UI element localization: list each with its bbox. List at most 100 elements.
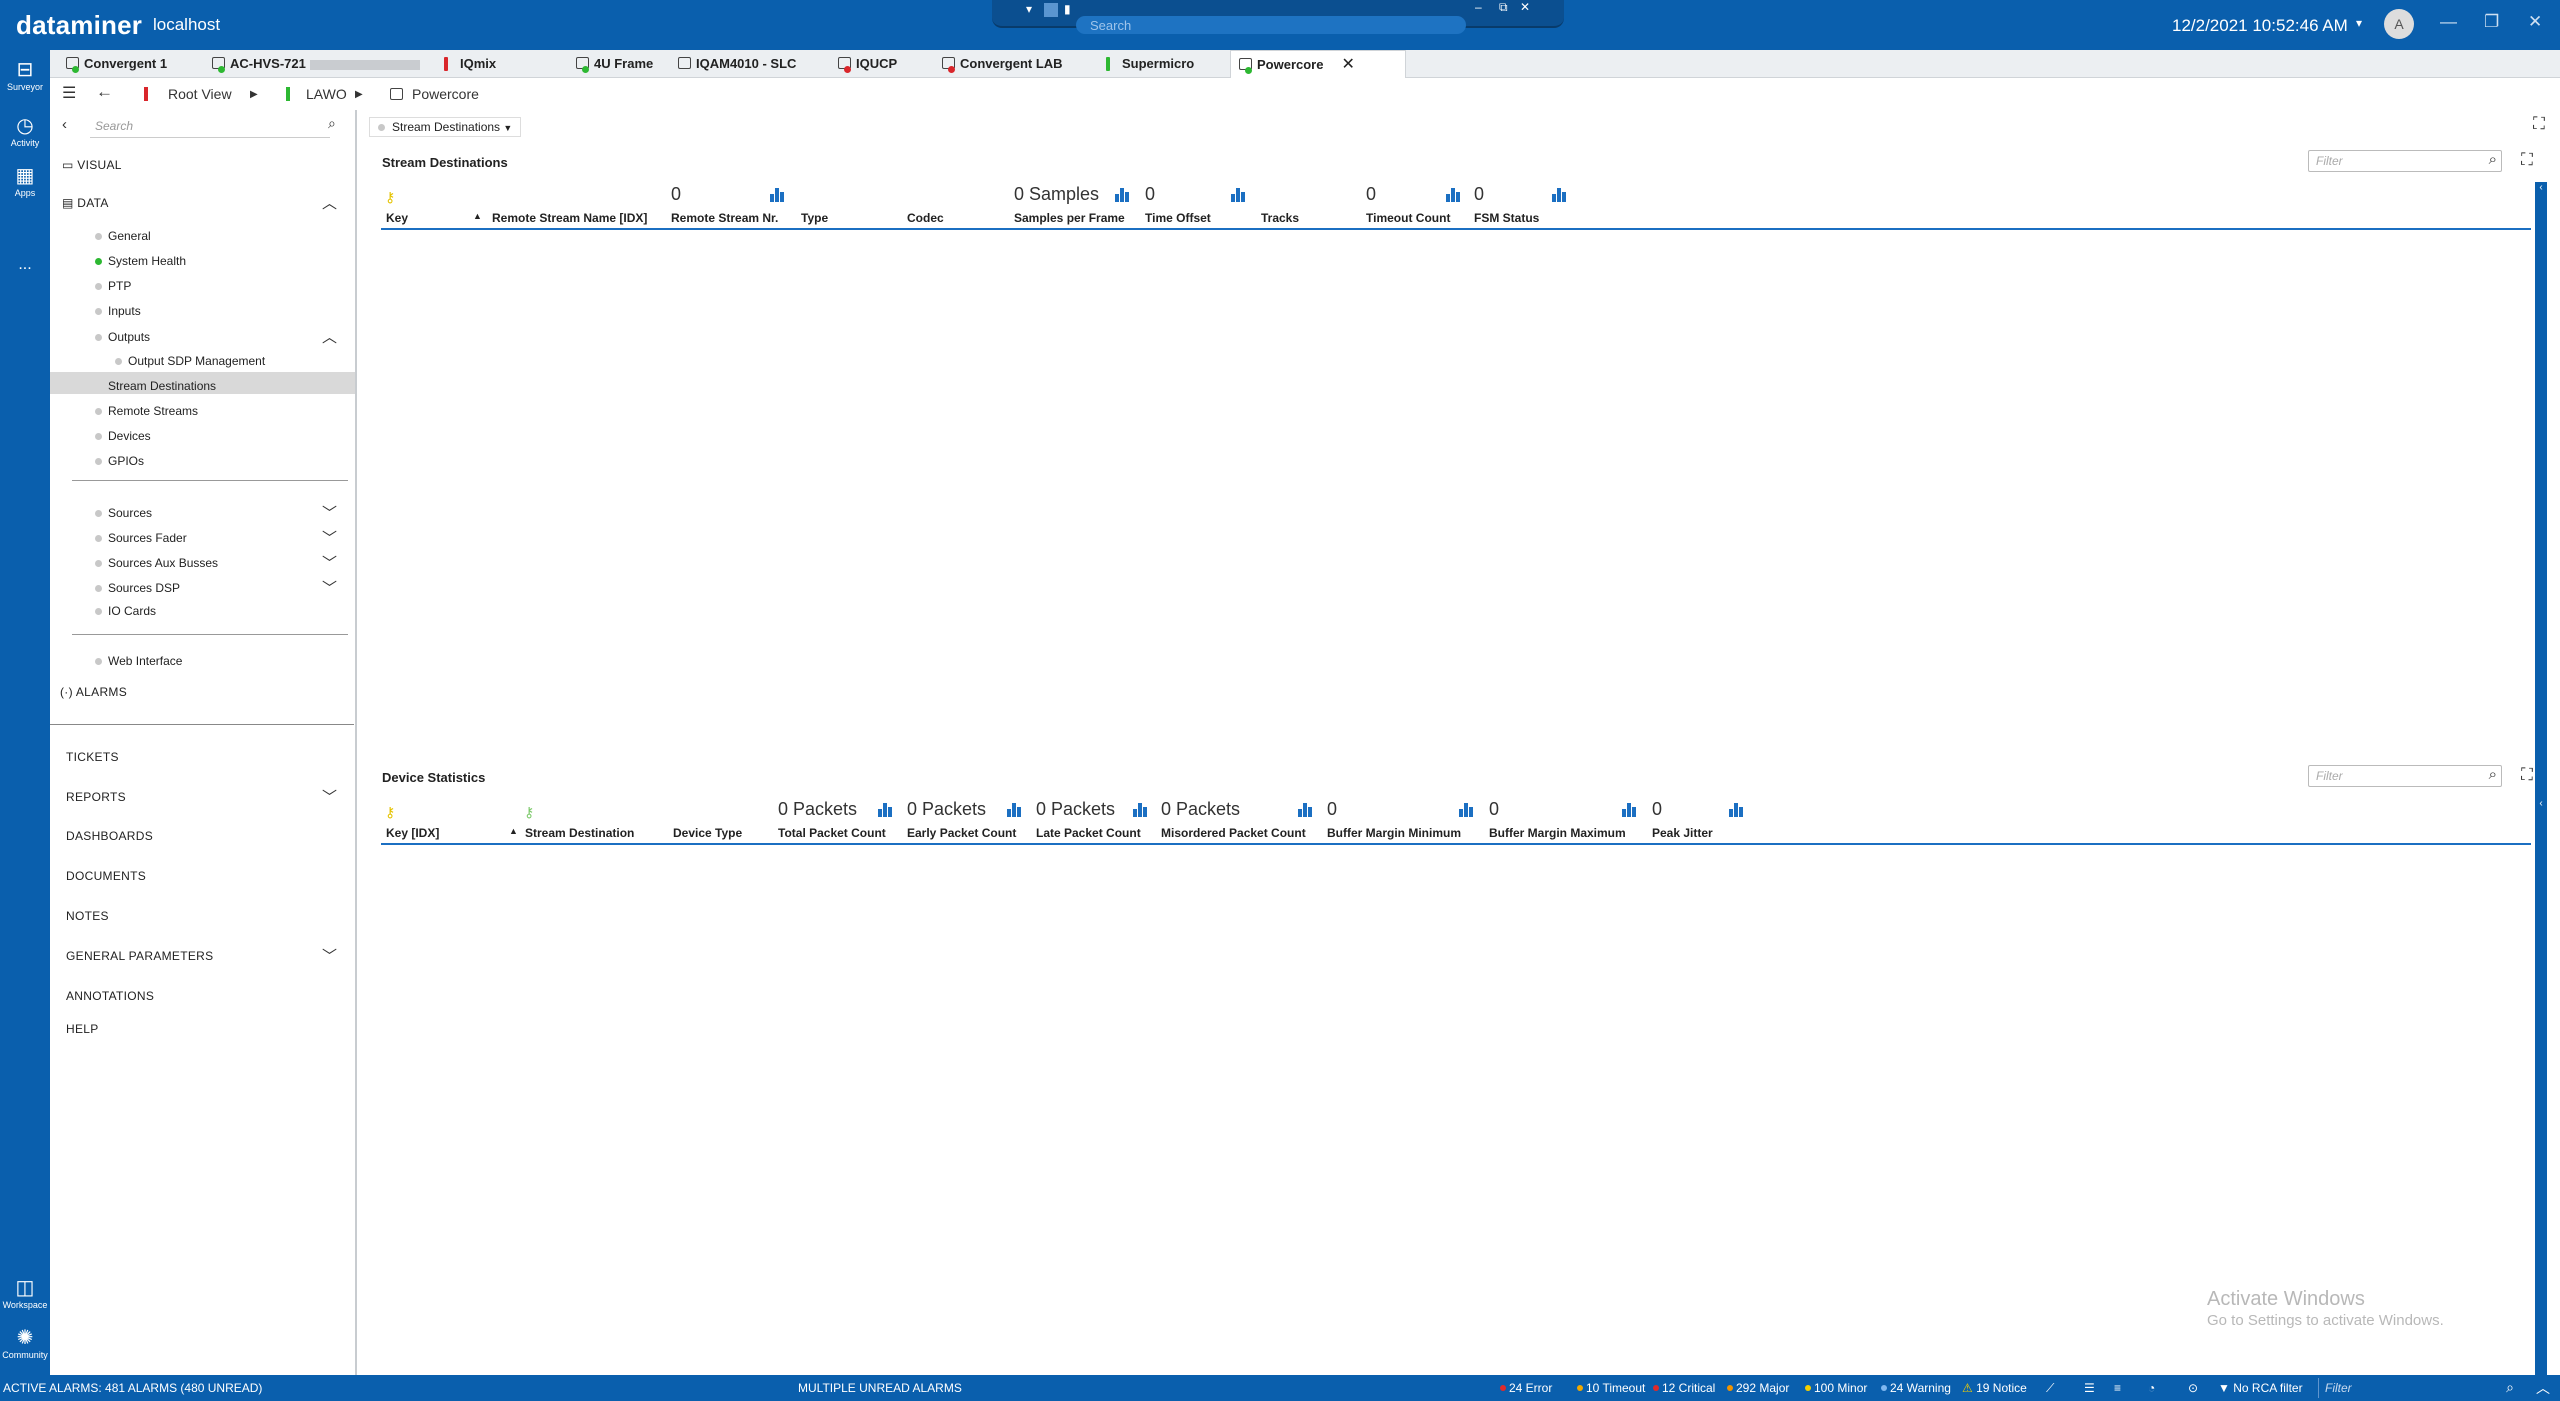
tab-convergent-1[interactable]: Convergent 1: [58, 50, 167, 78]
sidebar-item-sources-fader[interactable]: Sources Fader: [95, 531, 187, 545]
trend-graph-icon[interactable]: ⟋: [2046, 1381, 2054, 1396]
page-selector-dropdown[interactable]: Stream Destinations ▼: [369, 117, 522, 137]
col-early-packet-count[interactable]: Early Packet Count: [907, 826, 1016, 840]
col-late-packet-count[interactable]: Late Packet Count: [1036, 826, 1141, 840]
chevron-up-icon[interactable]: ︿: [322, 326, 337, 347]
window-close-icon[interactable]: ✕: [2528, 12, 2542, 32]
chevron-down-icon[interactable]: ﹀: [322, 577, 337, 598]
alarm-filter-input[interactable]: Filter ⌕: [2318, 1378, 2518, 1398]
trend-icon[interactable]: [1729, 803, 1745, 817]
apps-icon[interactable]: [1044, 3, 1058, 17]
chevron-up-icon[interactable]: ︿: [2536, 1378, 2550, 1398]
sidebar-item-system-health[interactable]: System Health: [95, 254, 186, 268]
chevron-up-icon[interactable]: ︿: [322, 192, 337, 213]
chevron-down-icon[interactable]: ﹀: [322, 502, 337, 523]
search-icon[interactable]: ⌕: [2489, 766, 2497, 783]
notice-count[interactable]: ⚠ 19 Notice: [1962, 1381, 2027, 1395]
list-view-icon[interactable]: ☰: [2084, 1381, 2095, 1395]
col-device-type[interactable]: Device Type: [673, 826, 742, 840]
sidebar-data[interactable]: ▤ DATA: [62, 196, 109, 210]
window-minimize-icon[interactable]: —: [2440, 12, 2457, 32]
tab-convergent-lab[interactable]: Convergent LAB: [934, 50, 1063, 78]
trend-icon[interactable]: [1115, 188, 1131, 202]
chevron-down-icon[interactable]: ﹀: [322, 552, 337, 573]
chevron-down-icon[interactable]: ▾: [1026, 2, 1032, 16]
avatar[interactable]: A: [2384, 9, 2414, 39]
sidebar-tickets[interactable]: TICKETS: [66, 750, 119, 764]
rail-more[interactable]: ...: [0, 256, 50, 274]
major-count[interactable]: 292 Major: [1727, 1381, 1789, 1395]
rail-workspace[interactable]: ◫ Workspace: [0, 1276, 50, 1310]
rail-surveyor[interactable]: ⊟ Surveyor: [0, 58, 50, 92]
trend-icon[interactable]: [1231, 188, 1247, 202]
sidebar-reports[interactable]: REPORTS: [66, 790, 126, 804]
active-alarms-text[interactable]: ACTIVE ALARMS: 481 ALARMS (480 UNREAD): [3, 1381, 262, 1395]
sidebar-notes[interactable]: NOTES: [66, 909, 109, 923]
col-remote-stream-nr[interactable]: Remote Stream Nr.: [671, 211, 778, 225]
critical-count[interactable]: 12 Critical: [1653, 1381, 1715, 1395]
col-peak-jitter[interactable]: Peak Jitter: [1652, 826, 1713, 840]
trend-icon[interactable]: [1552, 188, 1568, 202]
device-statistics-filter-input[interactable]: Filter ⌕: [2308, 765, 2502, 787]
col-buffer-margin-minimum[interactable]: Buffer Margin Minimum: [1327, 826, 1461, 840]
rca-filter-toggle[interactable]: ▼ No RCA filter: [2218, 1381, 2303, 1395]
pie-chart-icon[interactable]: ◔: [2148, 1381, 2155, 1395]
error-count[interactable]: 24 Error: [1500, 1381, 1552, 1395]
minor-count[interactable]: 100 Minor: [1805, 1381, 1867, 1395]
breadcrumb-lawo[interactable]: LAWO: [306, 86, 347, 102]
tab-iqam4010-slc[interactable]: IQAM4010 - SLC: [670, 50, 796, 78]
sidebar-item-sources-aux-busses[interactable]: Sources Aux Busses: [95, 556, 218, 570]
focus-icon[interactable]: ⊙: [2188, 1381, 2198, 1395]
minimize-icon[interactable]: –: [1475, 0, 1482, 14]
sidebar-item-output-sdp[interactable]: Output SDP Management: [115, 354, 265, 368]
sidebar-item-stream-destinations[interactable]: Stream Destinations: [108, 379, 216, 393]
back-arrow-icon[interactable]: ←: [96, 82, 113, 102]
col-type[interactable]: Type: [801, 211, 828, 225]
chevron-down-icon[interactable]: ﹀: [322, 945, 337, 966]
sidebar-item-devices[interactable]: Devices: [95, 429, 151, 443]
breadcrumb-powercore[interactable]: Powercore: [412, 86, 479, 102]
sidebar-item-outputs[interactable]: Outputs: [95, 330, 150, 344]
tab-iqucp[interactable]: IQUCP: [830, 50, 897, 78]
collapse-arrow-icon[interactable]: ‹: [62, 116, 67, 133]
sidebar-item-general[interactable]: General: [95, 229, 151, 243]
hamburger-icon[interactable]: ☰: [62, 83, 76, 103]
sidebar-item-io-cards[interactable]: IO Cards: [95, 604, 156, 618]
clock-dropdown-icon[interactable]: ▾: [2356, 16, 2362, 30]
expand-table-icon[interactable]: ⛶: [2521, 765, 2533, 785]
window-restore-icon[interactable]: ❐: [2484, 12, 2499, 32]
col-fsm-status[interactable]: FSM Status: [1474, 211, 1539, 225]
col-samples-per-frame[interactable]: Samples per Frame: [1014, 211, 1125, 225]
trend-icon[interactable]: [1446, 188, 1462, 202]
search-icon[interactable]: ⌕: [328, 115, 336, 132]
trend-icon[interactable]: [770, 188, 786, 202]
rail-activity[interactable]: ◷ Activity: [0, 114, 50, 148]
col-codec[interactable]: Codec: [907, 211, 944, 225]
tab-4u-frame[interactable]: 4U Frame: [568, 50, 653, 78]
sidebar-alarms[interactable]: (·) ALARMS: [60, 685, 127, 699]
sidebar-general-parameters[interactable]: GENERAL PARAMETERS: [66, 949, 213, 963]
side-panel-toggle[interactable]: ‹: [2535, 182, 2547, 862]
col-remote-stream-name[interactable]: Remote Stream Name [IDX]: [492, 211, 647, 225]
col-tracks[interactable]: Tracks: [1261, 211, 1299, 225]
sidebar-item-inputs[interactable]: Inputs: [95, 304, 141, 318]
fullscreen-icon[interactable]: ⛶: [2533, 114, 2545, 134]
sidebar-documents[interactable]: DOCUMENTS: [66, 869, 146, 883]
col-key-idx[interactable]: Key [IDX]: [386, 826, 439, 840]
sidebar-item-remote-streams[interactable]: Remote Streams: [95, 404, 198, 418]
col-stream-destination[interactable]: Stream Destination: [525, 826, 634, 840]
sidebar-dashboards[interactable]: DASHBOARDS: [66, 829, 153, 843]
chevron-down-icon[interactable]: ﹀: [322, 786, 337, 807]
restore-icon[interactable]: ⧉: [1499, 0, 1508, 15]
close-icon[interactable]: ✕: [1520, 0, 1530, 14]
timeout-count[interactable]: 10 Timeout: [1577, 1381, 1645, 1395]
col-buffer-margin-maximum[interactable]: Buffer Margin Maximum: [1489, 826, 1626, 840]
col-misordered-packet-count[interactable]: Misordered Packet Count: [1161, 826, 1306, 840]
trend-icon[interactable]: [1459, 803, 1475, 817]
breadcrumb-root-view[interactable]: Root View: [168, 86, 232, 102]
trend-icon[interactable]: [1298, 803, 1314, 817]
trend-icon[interactable]: [1133, 803, 1149, 817]
col-time-offset[interactable]: Time Offset: [1145, 211, 1211, 225]
sidebar-item-web-interface[interactable]: Web Interface: [95, 654, 182, 668]
sidebar-visual[interactable]: ▭ VISUAL: [62, 158, 122, 172]
